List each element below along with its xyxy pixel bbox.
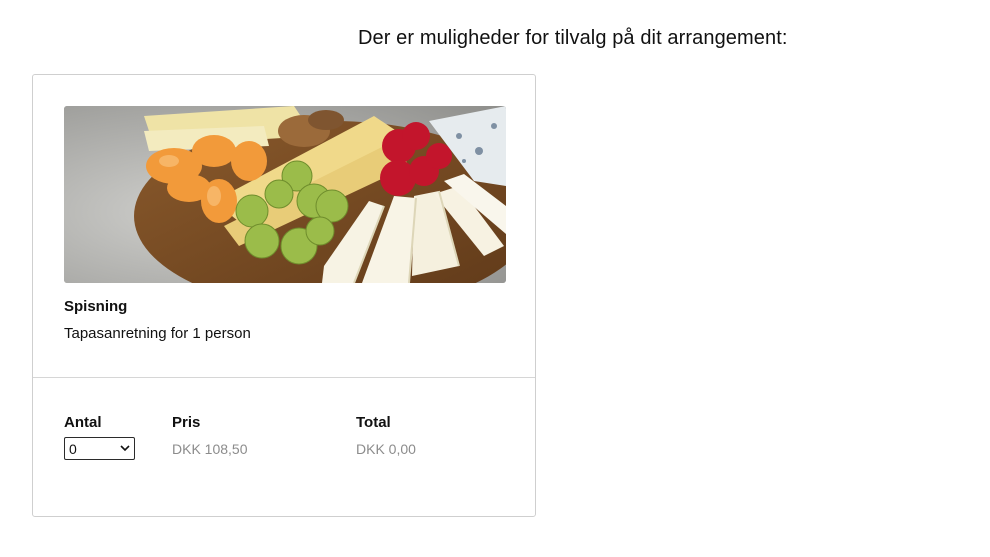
total-value: DKK 0,00 bbox=[356, 441, 416, 457]
addon-category: Spisning bbox=[64, 298, 128, 315]
card-divider bbox=[33, 377, 535, 378]
addon-title: Tapasanretning for 1 person bbox=[64, 325, 251, 342]
total-label: Total bbox=[356, 414, 391, 431]
quantity-select-value: 0 bbox=[69, 440, 77, 457]
quantity-select[interactable]: 0 bbox=[64, 437, 135, 460]
quantity-label: Antal bbox=[64, 414, 102, 431]
addon-card: Spisning Tapasanretning for 1 person Ant… bbox=[32, 74, 536, 517]
price-value: DKK 108,50 bbox=[172, 441, 248, 457]
price-label: Pris bbox=[172, 414, 201, 431]
page-heading: Der er muligheder for tilvalg på dit arr… bbox=[358, 27, 788, 49]
cheese-platter-photo bbox=[64, 106, 506, 283]
chevron-down-icon bbox=[120, 444, 130, 454]
addon-page: Der er muligheder for tilvalg på dit arr… bbox=[0, 0, 990, 557]
